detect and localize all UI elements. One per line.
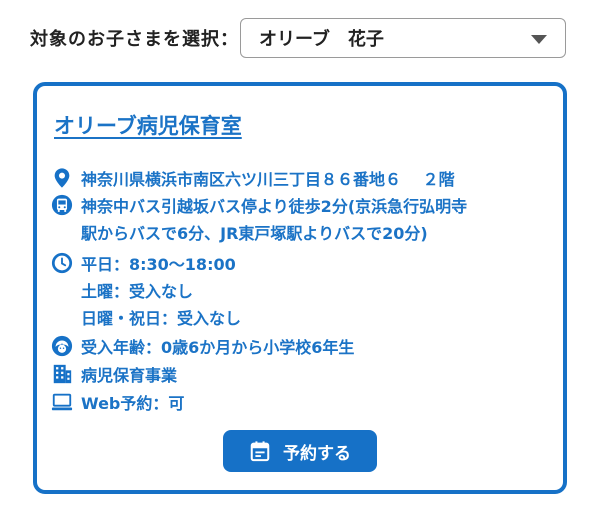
child-select-value: オリーブ 花子: [259, 29, 384, 50]
facility-card: オリーブ病児保育室 神奈川県横浜市南区六ツ川三丁目８６番地６ ２階 神奈中バス引…: [33, 82, 567, 494]
hours-sunday: 日曜・祝日：受入なし: [81, 309, 242, 328]
bus-icon: [51, 194, 73, 216]
access-text: 神奈中バス引越坂バス停より徒歩2分(京浜急行弘明寺 駅からバスで6分、JR東戸塚…: [81, 193, 467, 247]
location-pin-icon: [54, 168, 70, 188]
child-face-icon: [51, 335, 73, 357]
service-row: 病児保育事業: [51, 362, 177, 389]
age-range-text: 受入年齢：0歳6か月から小学校6年生: [81, 338, 355, 357]
service-type-text: 病児保育事業: [81, 366, 178, 385]
laptop-icon: [51, 393, 73, 411]
hours-saturday: 土曜：受入なし: [81, 282, 194, 301]
chevron-down-icon[interactable]: [531, 35, 547, 44]
building-icon: [53, 364, 72, 384]
facility-name-link[interactable]: オリーブ病児保育室: [54, 110, 242, 140]
web-reservation-row: Web予約：可: [51, 390, 184, 417]
age-row: 受入年齢：0歳6か月から小学校6年生: [51, 334, 354, 361]
access-row: 神奈中バス引越坂バス停より徒歩2分(京浜急行弘明寺 駅からバスで6分、JR東戸塚…: [51, 193, 467, 247]
reserve-button[interactable]: 予約する: [223, 430, 377, 472]
access-line-2: 駅からバスで6分、JR東戸塚駅よりバスで20分): [81, 224, 428, 243]
web-reservation-text: Web予約：可: [81, 394, 185, 413]
clock-icon: [51, 252, 73, 274]
hours-row: 平日：8:30〜18:00 土曜：受入なし 日曜・祝日：受入なし: [51, 251, 241, 332]
hours-weekday: 平日：8:30〜18:00: [81, 255, 236, 274]
address-row: 神奈川県横浜市南区六ツ川三丁目８６番地６ ２階: [51, 166, 455, 193]
child-selector-row: 対象のお子さまを選択： オリーブ 花子: [30, 18, 570, 58]
child-select[interactable]: オリーブ 花子: [240, 18, 566, 58]
address-text: 神奈川県横浜市南区六ツ川三丁目８６番地６ ２階: [81, 170, 455, 189]
calendar-icon: [250, 441, 270, 462]
reserve-button-label: 予約する: [283, 443, 351, 464]
access-line-1: 神奈中バス引越坂バス停より徒歩2分(京浜急行弘明寺: [81, 197, 468, 216]
hours-text: 平日：8:30〜18:00 土曜：受入なし 日曜・祝日：受入なし: [81, 251, 241, 332]
child-selector-label: 対象のお子さまを選択：: [30, 29, 239, 50]
